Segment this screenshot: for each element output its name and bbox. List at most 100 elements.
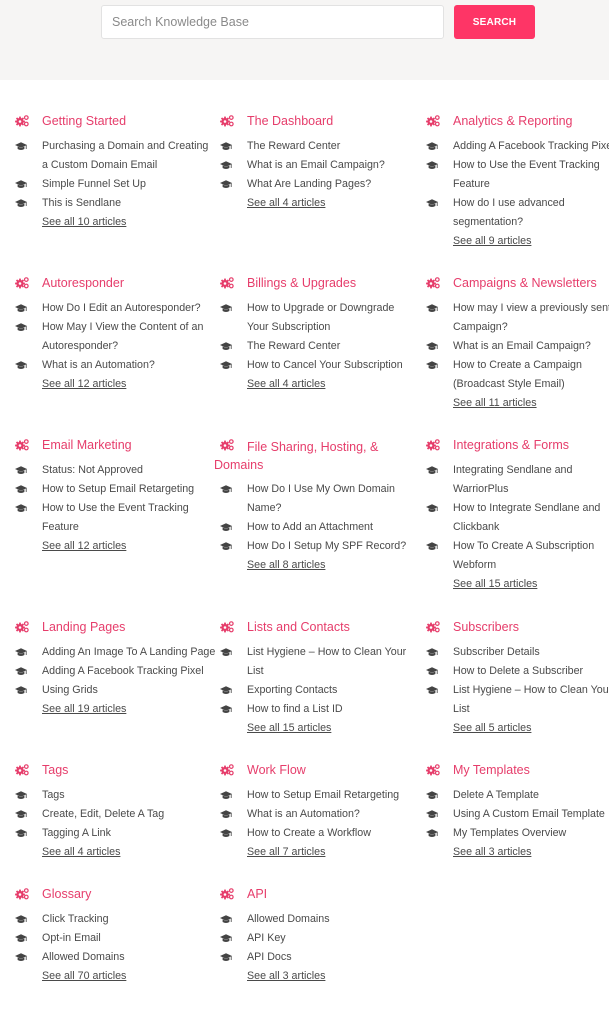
article-link[interactable]: Click Tracking [42, 910, 109, 929]
article-link[interactable]: How to Integrate Sendlane and Clickbank [453, 499, 600, 537]
category-title-link[interactable]: Campaigns & Newsletters [453, 276, 597, 290]
article-link[interactable]: Tagging A Link [42, 824, 111, 843]
article-link[interactable]: List Hygiene – How to Clean Your List [247, 643, 406, 681]
article-link[interactable]: How Do I Use My Own Domain Name? [247, 480, 395, 518]
see-all-articles-link[interactable]: See all 8 articles [247, 556, 420, 575]
category-title-link[interactable]: Subscribers [453, 620, 519, 634]
see-all-articles-link[interactable]: See all 15 articles [247, 719, 420, 738]
search-input[interactable] [101, 5, 444, 39]
article-link[interactable]: How May I View the Content of an Autoresp… [42, 318, 203, 356]
article-item: Status: Not Approved [15, 461, 215, 480]
article-link[interactable]: How to find a List ID [247, 700, 343, 719]
see-all-articles-link[interactable]: See all 4 articles [247, 194, 420, 213]
category-title-link[interactable]: Tags [42, 763, 68, 777]
article-link[interactable]: How To Create A Subscription Webform [453, 537, 594, 575]
article-link[interactable]: How to Use the Event Tracking Feature [453, 156, 600, 194]
article-link[interactable]: Create, Edit, Delete A Tag [42, 805, 164, 824]
article-link[interactable]: Allowed Domains [42, 948, 125, 967]
article-link[interactable]: How to Setup Email Retargeting [247, 786, 399, 805]
article-link[interactable]: How may I view a previously sent Campaign… [453, 299, 609, 337]
category-title-link[interactable]: The Dashboard [247, 114, 333, 128]
article-link[interactable]: The Reward Center [247, 337, 340, 356]
category-title-link[interactable]: Integrations & Forms [453, 438, 569, 452]
article-link[interactable]: The Reward Center [247, 137, 340, 156]
see-all-articles-link[interactable]: See all 3 articles [247, 967, 420, 986]
article-link[interactable]: How to Create a Workflow [247, 824, 371, 843]
article-link[interactable]: Adding A Facebook Tracking Pixel [453, 137, 609, 156]
article-link[interactable]: How to Setup Email Retargeting [42, 480, 194, 499]
see-all-articles-link[interactable]: See all 12 articles [42, 537, 215, 556]
category-title-link[interactable]: Email Marketing [42, 438, 132, 452]
article-link[interactable]: API Key [247, 929, 286, 948]
article-link[interactable]: How to Add an Attachment [247, 518, 373, 537]
article-title-line: Exporting Contacts [247, 684, 338, 696]
see-all-articles-link[interactable]: See all 19 articles [42, 700, 215, 719]
gears-icon [15, 438, 42, 451]
category-card: Glossary Click Tracking Opt-in Email Allowe… [15, 887, 215, 986]
article-link[interactable]: Simple Funnel Set Up [42, 175, 146, 194]
category-title-link[interactable]: Analytics & Reporting [453, 114, 573, 128]
category-title-link[interactable]: Lists and Contacts [247, 620, 350, 634]
article-link[interactable]: Purchasing a Domain and Creating a Custom… [42, 137, 208, 175]
see-all-articles-link[interactable]: See all 4 articles [247, 375, 420, 394]
see-all-articles-link[interactable]: See all 15 articles [453, 575, 609, 594]
article-link[interactable]: Using A Custom Email Template [453, 805, 605, 824]
see-all-articles-link[interactable]: See all 4 articles [42, 843, 215, 862]
article-link[interactable]: Allowed Domains [247, 910, 330, 929]
article-link[interactable]: How to Use the Event Tracking Feature [42, 499, 189, 537]
graduation-cap-icon [220, 786, 247, 800]
see-all-articles-link[interactable]: See all 3 articles [453, 843, 609, 862]
article-link[interactable]: API Docs [247, 948, 292, 967]
article-link[interactable]: What is an Automation? [247, 805, 360, 824]
article-title-line: Using Grids [42, 684, 98, 696]
see-all-articles-link[interactable]: See all 5 articles [453, 719, 609, 738]
category-title-link[interactable]: Work Flow [247, 763, 306, 777]
article-link[interactable]: Tags [42, 786, 65, 805]
article-title-line: Create, Edit, Delete A Tag [42, 808, 165, 820]
article-link[interactable]: This is Sendlane [42, 194, 121, 213]
article-title-line: List Hygiene – How to Clean Your [247, 646, 407, 658]
article-item: Click Tracking [15, 910, 215, 929]
article-title-line: Tags [42, 789, 65, 801]
category-title-link[interactable]: Glossary [42, 887, 91, 901]
article-link[interactable]: Delete A Template [453, 786, 539, 805]
see-all-articles-link[interactable]: See all 12 articles [42, 375, 215, 394]
article-link[interactable]: What Are Landing Pages? [247, 175, 371, 194]
article-title-line: How may I view a previously sent [453, 302, 609, 314]
article-link[interactable]: How Do I Edit an Autoresponder? [42, 299, 201, 318]
category-title-link[interactable]: API [247, 887, 267, 901]
article-link[interactable]: Adding A Facebook Tracking Pixel [42, 662, 204, 681]
article-link[interactable]: Adding An Image To A Landing Page [42, 643, 215, 662]
see-all-articles-link[interactable]: See all 9 articles [453, 232, 609, 251]
article-link[interactable]: What is an Email Campaign? [453, 337, 591, 356]
article-link[interactable]: Subscriber Details [453, 643, 540, 662]
gears-icon [426, 620, 453, 633]
see-all-articles-link[interactable]: See all 10 articles [42, 213, 215, 232]
article-link[interactable]: How Do I Setup My SPF Record? [247, 537, 406, 556]
see-all-articles-link[interactable]: See all 70 articles [42, 967, 215, 986]
gears-icon [220, 114, 247, 127]
category-title-link[interactable]: My Templates [453, 763, 530, 777]
article-link[interactable]: How to Upgrade or Downgrade Your Subscrip… [247, 299, 394, 337]
article-link[interactable]: How do I use advanced segmentation? [453, 194, 565, 232]
see-all-articles-link[interactable]: See all 11 articles [453, 394, 609, 413]
search-button[interactable]: SEARCH [454, 5, 535, 39]
article-link[interactable]: Using Grids [42, 681, 98, 700]
article-item: What Are Landing Pages? [220, 175, 420, 194]
article-link[interactable]: Exporting Contacts [247, 681, 337, 700]
article-link[interactable]: My Templates Overview [453, 824, 566, 843]
category-title-link[interactable]: Billings & Upgrades [247, 276, 356, 290]
article-link[interactable]: List Hygiene – How to Clean Your List [453, 681, 609, 719]
article-link[interactable]: What is an Email Campaign? [247, 156, 385, 175]
category-title-link[interactable]: Getting Started [42, 114, 126, 128]
article-link[interactable]: Integrating Sendlane and WarriorPlus [453, 461, 572, 499]
category-title-link[interactable]: Landing Pages [42, 620, 125, 634]
article-link[interactable]: How to Cancel Your Subscription [247, 356, 403, 375]
article-link[interactable]: Status: Not Approved [42, 461, 143, 480]
article-link[interactable]: How to Create a Campaign (Broadcast Style… [453, 356, 582, 394]
article-link[interactable]: How to Delete a Subscriber [453, 662, 583, 681]
category-title-link[interactable]: Autoresponder [42, 276, 124, 290]
article-link[interactable]: What is an Automation? [42, 356, 155, 375]
see-all-articles-link[interactable]: See all 7 articles [247, 843, 420, 862]
article-link[interactable]: Opt-in Email [42, 929, 101, 948]
